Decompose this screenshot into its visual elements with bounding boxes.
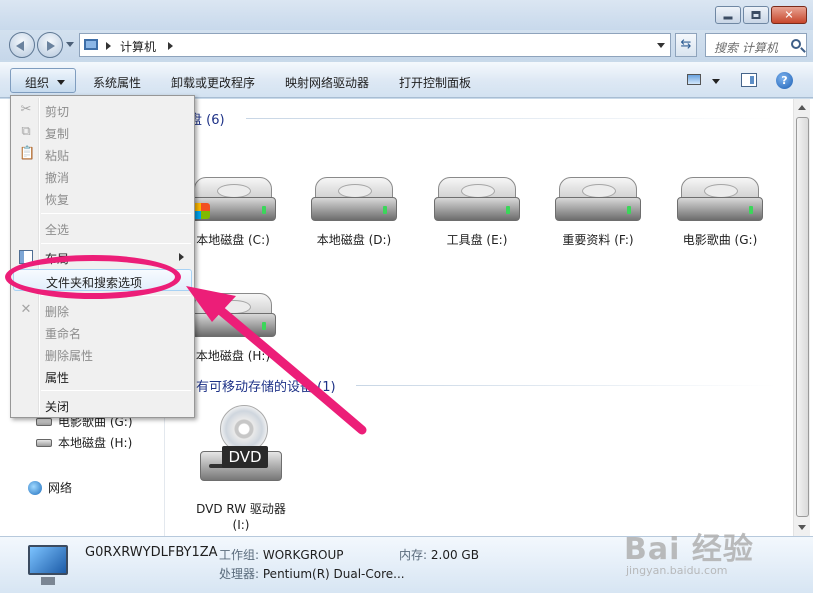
annotation-arrow: [186, 286, 367, 435]
watermark: Bai 经验 jingyan.baidu.com: [624, 524, 754, 577]
watermark-url: jingyan.baidu.com: [626, 564, 728, 577]
watermark-brand: Bai 经验: [624, 532, 754, 567]
